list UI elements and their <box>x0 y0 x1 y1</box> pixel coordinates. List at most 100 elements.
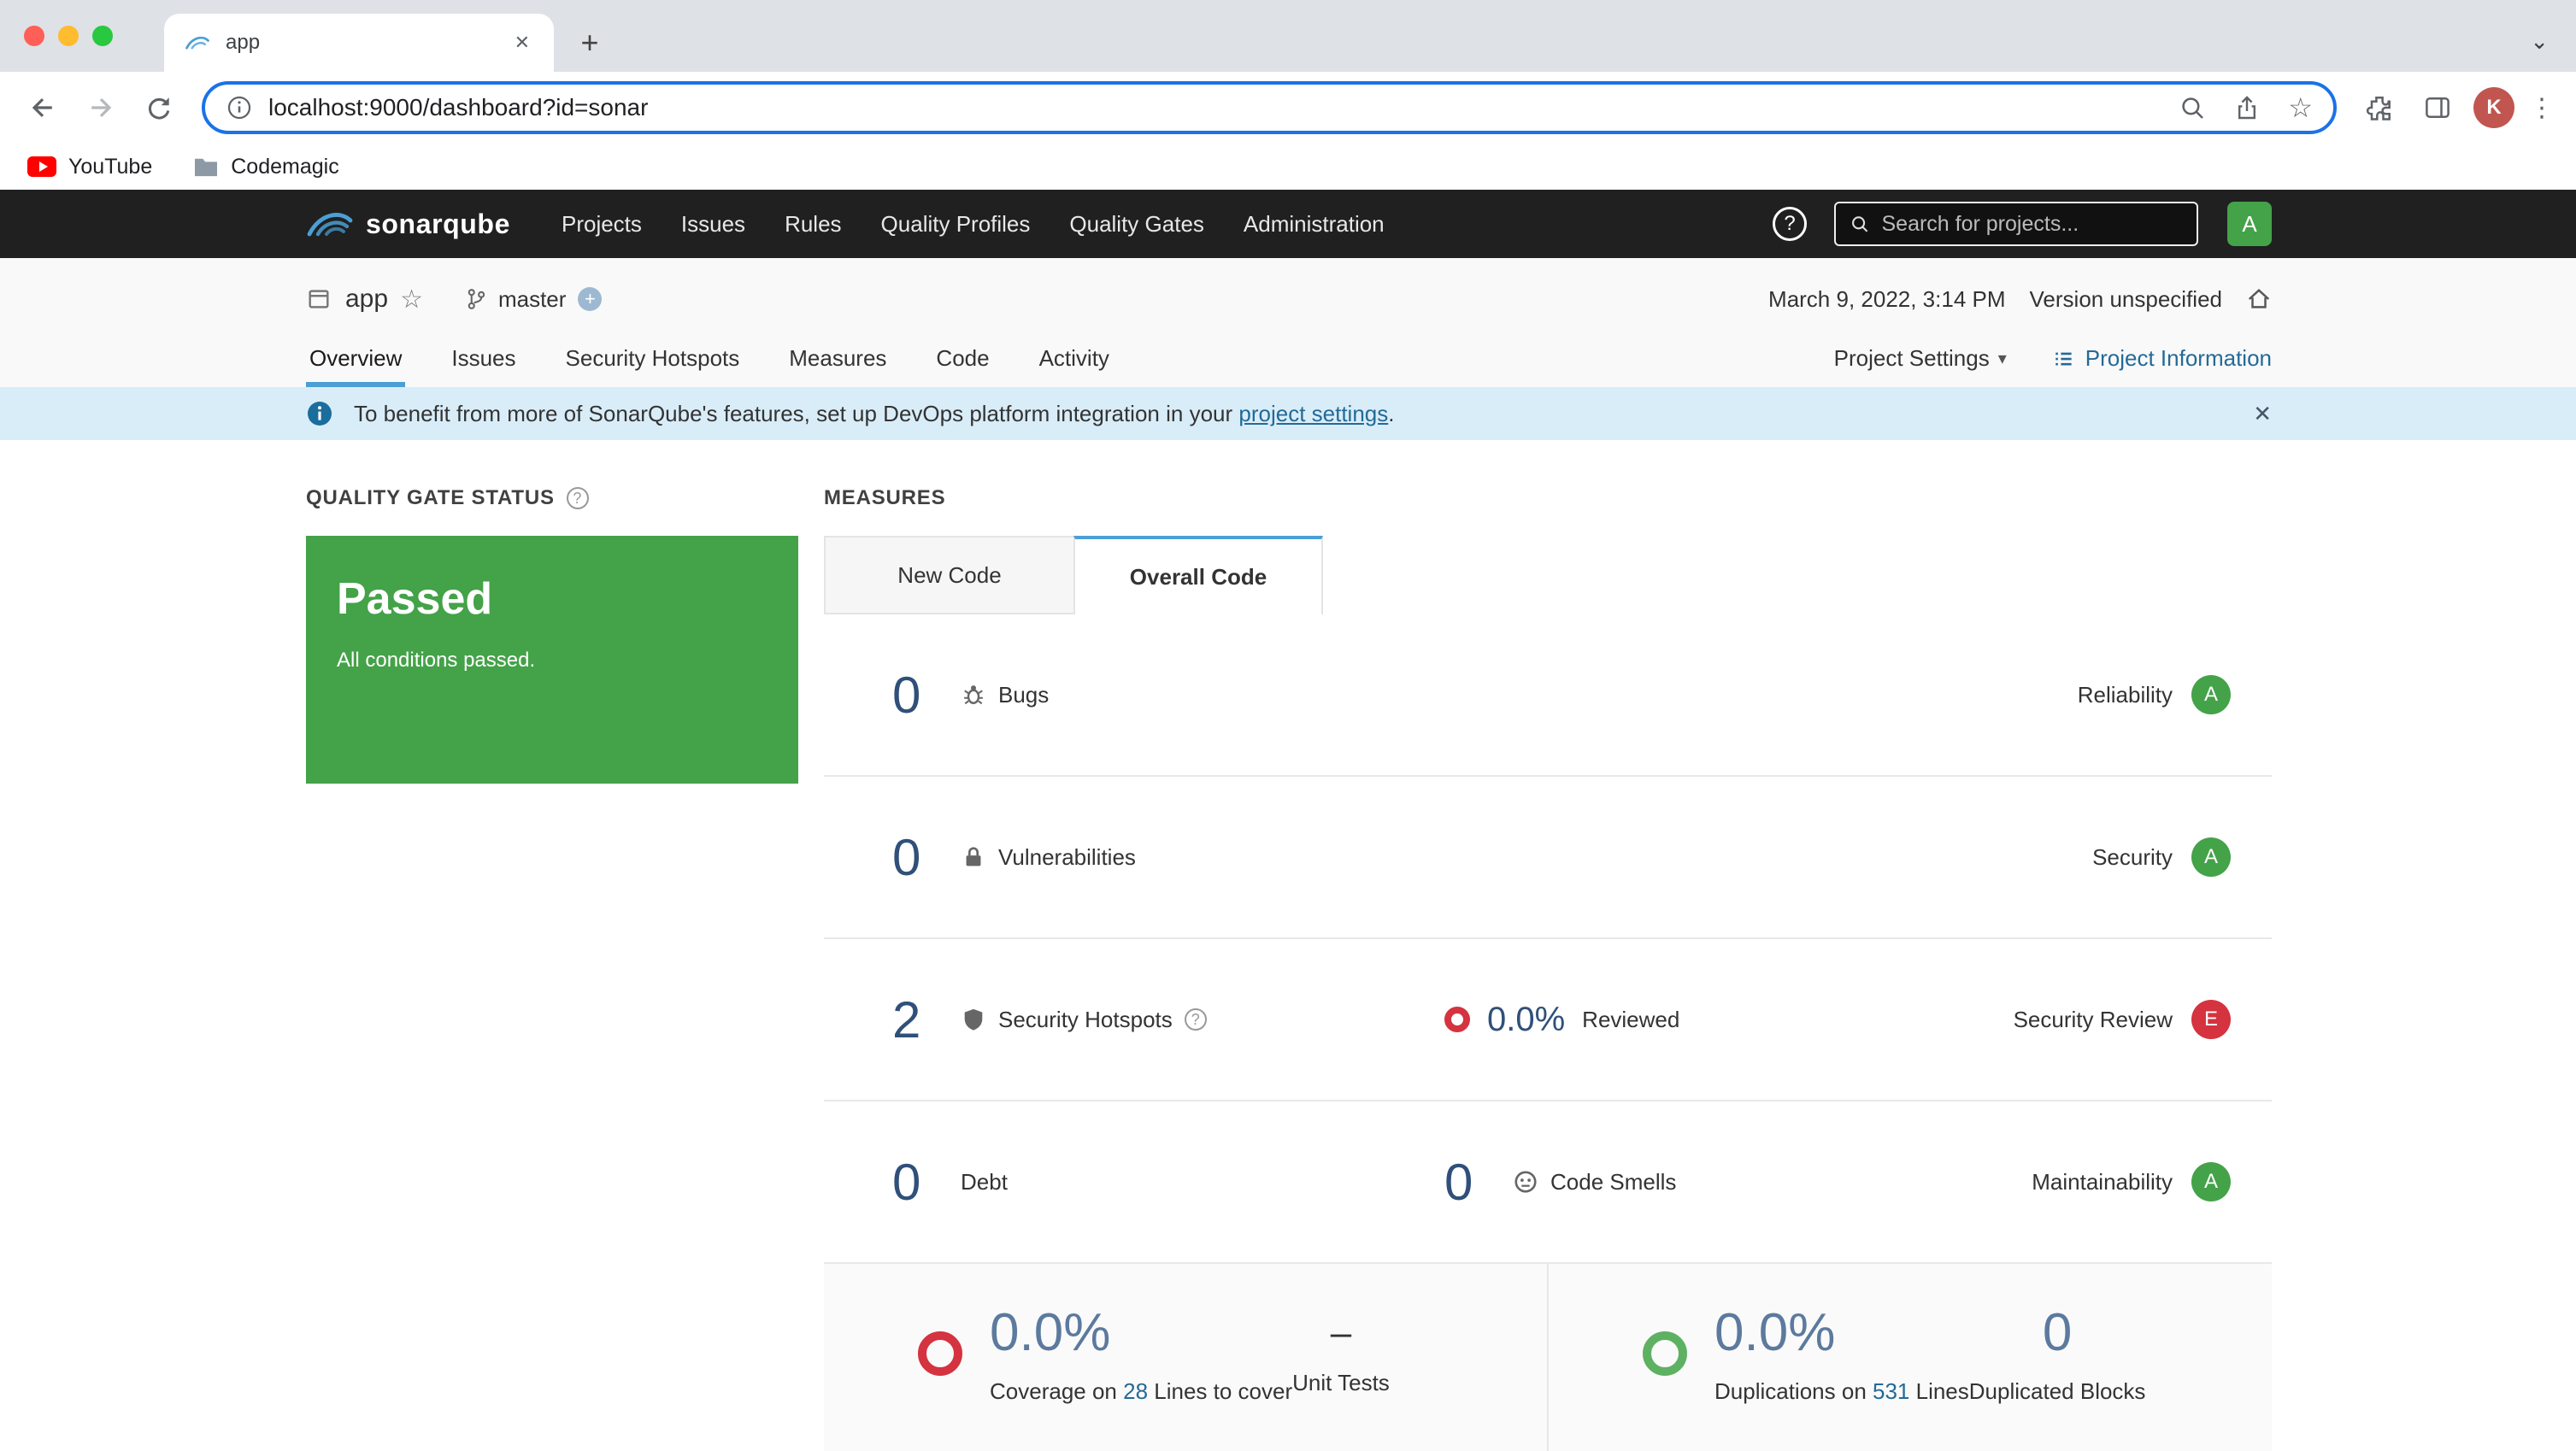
sonarqube-header: sonarqube Projects Issues Rules Quality … <box>0 190 2576 258</box>
project-tab-measures[interactable]: Measures <box>785 337 890 387</box>
reviewed-percentage[interactable]: 0.0% <box>1487 1001 1565 1039</box>
duplication-lines-link[interactable]: 531 <box>1873 1378 1909 1404</box>
home-icon[interactable] <box>2246 286 2272 312</box>
project-tab-security-hotspots[interactable]: Security Hotspots <box>562 337 744 387</box>
coverage-value[interactable]: 0.0% <box>990 1302 1292 1363</box>
maintainability-rating-badge[interactable]: A <box>2191 1162 2231 1201</box>
branch-name[interactable]: master <box>498 286 566 313</box>
project-tab-code[interactable]: Code <box>932 337 992 387</box>
reliability-rating-badge[interactable]: A <box>2191 675 2231 714</box>
favorite-star-icon[interactable]: ☆ <box>400 285 423 314</box>
branch-icon <box>464 287 488 311</box>
window-close-button[interactable] <box>24 26 44 46</box>
bookmark-star-icon[interactable]: ☆ <box>2288 94 2313 121</box>
sonarqube-favicon-icon <box>185 33 210 52</box>
nav-item-rules[interactable]: Rules <box>785 211 841 238</box>
bugs-label[interactable]: Bugs <box>998 682 1049 708</box>
tab-overall-code[interactable]: Overall Code <box>1073 536 1323 614</box>
bookmark-codemagic[interactable]: Codemagic <box>193 155 338 179</box>
tab-search-chevron-icon[interactable]: ⌄ <box>2530 28 2549 55</box>
search-input[interactable] <box>1882 212 2184 237</box>
duplicated-blocks-value[interactable]: 0 <box>2043 1302 2072 1363</box>
nav-item-quality-gates[interactable]: Quality Gates <box>1069 211 1204 238</box>
project-information-button[interactable]: Project Information <box>2051 345 2272 387</box>
code-smells-label[interactable]: Code Smells <box>1550 1169 1676 1195</box>
nav-item-issues[interactable]: Issues <box>681 211 745 238</box>
branch-info-icon[interactable]: + <box>578 287 602 311</box>
share-icon[interactable] <box>2233 94 2261 121</box>
sonarqube-swoosh-icon <box>306 209 354 239</box>
bookmark-label: Codemagic <box>231 155 338 179</box>
browser-tab[interactable]: app ✕ <box>164 14 554 72</box>
new-tab-button[interactable]: + <box>568 21 612 65</box>
nav-item-administration[interactable]: Administration <box>1244 211 1385 238</box>
project-name[interactable]: app <box>345 285 388 314</box>
lines-to-cover-link[interactable]: 28 <box>1123 1378 1148 1404</box>
vulnerabilities-label[interactable]: Vulnerabilities <box>998 844 1136 871</box>
measure-row-security-hotspots: 2 Security Hotspots ? 0.0% Reviewed Secu… <box>824 939 2272 1101</box>
coverage-measure: 0.0% Coverage on 28 Lines to cover <box>918 1302 1292 1405</box>
security-hotspots-help-icon[interactable]: ? <box>1185 1008 1207 1031</box>
user-avatar[interactable]: A <box>2227 202 2272 246</box>
quality-gate-heading: QUALITY GATE STATUS ? <box>306 485 798 512</box>
code-smells-count[interactable]: 0 <box>1444 1153 1485 1212</box>
debt-value[interactable]: 0 <box>892 1153 933 1212</box>
nav-item-quality-profiles[interactable]: Quality Profiles <box>881 211 1031 238</box>
tab-new-code[interactable]: New Code <box>824 536 1073 614</box>
browser-profile-avatar[interactable]: K <box>2473 87 2514 128</box>
project-settings-link[interactable]: project settings <box>1238 401 1388 426</box>
measure-row-bugs: 0 Bugs Reliability A <box>824 614 2272 777</box>
project-search[interactable] <box>1834 202 2198 246</box>
browser-tab-strip: app ✕ + ⌄ <box>0 0 2576 72</box>
tab-title: app <box>226 31 508 55</box>
sonarqube-logo[interactable]: sonarqube <box>306 209 510 240</box>
project-version: Version unspecified <box>2030 286 2222 313</box>
bookmark-youtube[interactable]: YouTube <box>27 155 152 179</box>
measure-row-maintainability: 0 Debt 0 Code Smells Maintainability A <box>824 1101 2272 1264</box>
project-icon <box>306 286 332 312</box>
project-tab-overview[interactable]: Overview <box>306 337 405 387</box>
vulnerabilities-count[interactable]: 0 <box>892 828 933 887</box>
forward-button[interactable] <box>75 82 126 133</box>
site-info-icon[interactable] <box>226 94 253 121</box>
window-controls <box>24 26 113 46</box>
project-tab-activity[interactable]: Activity <box>1036 337 1113 387</box>
browser-menu-icon[interactable]: ⋮ <box>2525 82 2559 133</box>
side-panel-icon[interactable] <box>2412 82 2463 133</box>
window-zoom-button[interactable] <box>92 26 113 46</box>
security-rating-badge[interactable]: A <box>2191 837 2231 877</box>
project-tab-issues[interactable]: Issues <box>448 337 519 387</box>
quality-gate-detail: All conditions passed. <box>337 649 768 673</box>
address-bar[interactable]: localhost:9000/dashboard?id=sonar ☆ <box>202 81 2337 134</box>
bugs-count[interactable]: 0 <box>892 666 933 725</box>
reload-button[interactable] <box>133 82 185 133</box>
quality-gate-help-icon[interactable]: ? <box>567 487 589 509</box>
back-button[interactable] <box>17 82 68 133</box>
coverage-duplications-strip: 0.0% Coverage on 28 Lines to cover – Uni… <box>824 1264 2272 1451</box>
screen: app ✕ + ⌄ localhost:9000/dashboard?id=so… <box>0 0 2576 1451</box>
security-review-rating-badge[interactable]: E <box>2191 1000 2231 1039</box>
duplications-value[interactable]: 0.0% <box>1714 1302 1969 1363</box>
window-minimize-button[interactable] <box>58 26 79 46</box>
banner-close-icon[interactable]: ✕ <box>2253 401 2272 427</box>
tab-close-icon[interactable]: ✕ <box>508 28 537 57</box>
extensions-puzzle-icon[interactable] <box>2354 82 2405 133</box>
security-hotspots-count[interactable]: 2 <box>892 990 933 1049</box>
bug-icon <box>961 682 986 708</box>
zoom-icon[interactable] <box>2179 94 2206 121</box>
coverage-ring-icon <box>918 1331 962 1376</box>
nav-item-projects[interactable]: Projects <box>562 211 642 238</box>
info-icon <box>306 400 333 427</box>
url-text[interactable]: localhost:9000/dashboard?id=sonar <box>268 94 2151 121</box>
coverage-label: Coverage on 28 Lines to cover <box>990 1378 1292 1405</box>
measures-heading: MEASURES <box>824 485 2272 512</box>
security-hotspots-label[interactable]: Security Hotspots <box>998 1007 1173 1033</box>
debt-label[interactable]: Debt <box>961 1169 1008 1195</box>
project-settings-dropdown[interactable]: Project Settings ▾ <box>1834 345 2007 387</box>
maintainability-label: Maintainability <box>2032 1169 2173 1195</box>
unit-tests-value: – <box>1331 1312 1351 1354</box>
duplicated-blocks-measure: 0 Duplicated Blocks <box>1969 1302 2146 1405</box>
help-icon[interactable]: ? <box>1773 207 1807 241</box>
browser-toolbar: localhost:9000/dashboard?id=sonar ☆ K ⋮ <box>0 72 2576 144</box>
duplications-measure: 0.0% Duplications on 531 Lines <box>1643 1302 1969 1405</box>
